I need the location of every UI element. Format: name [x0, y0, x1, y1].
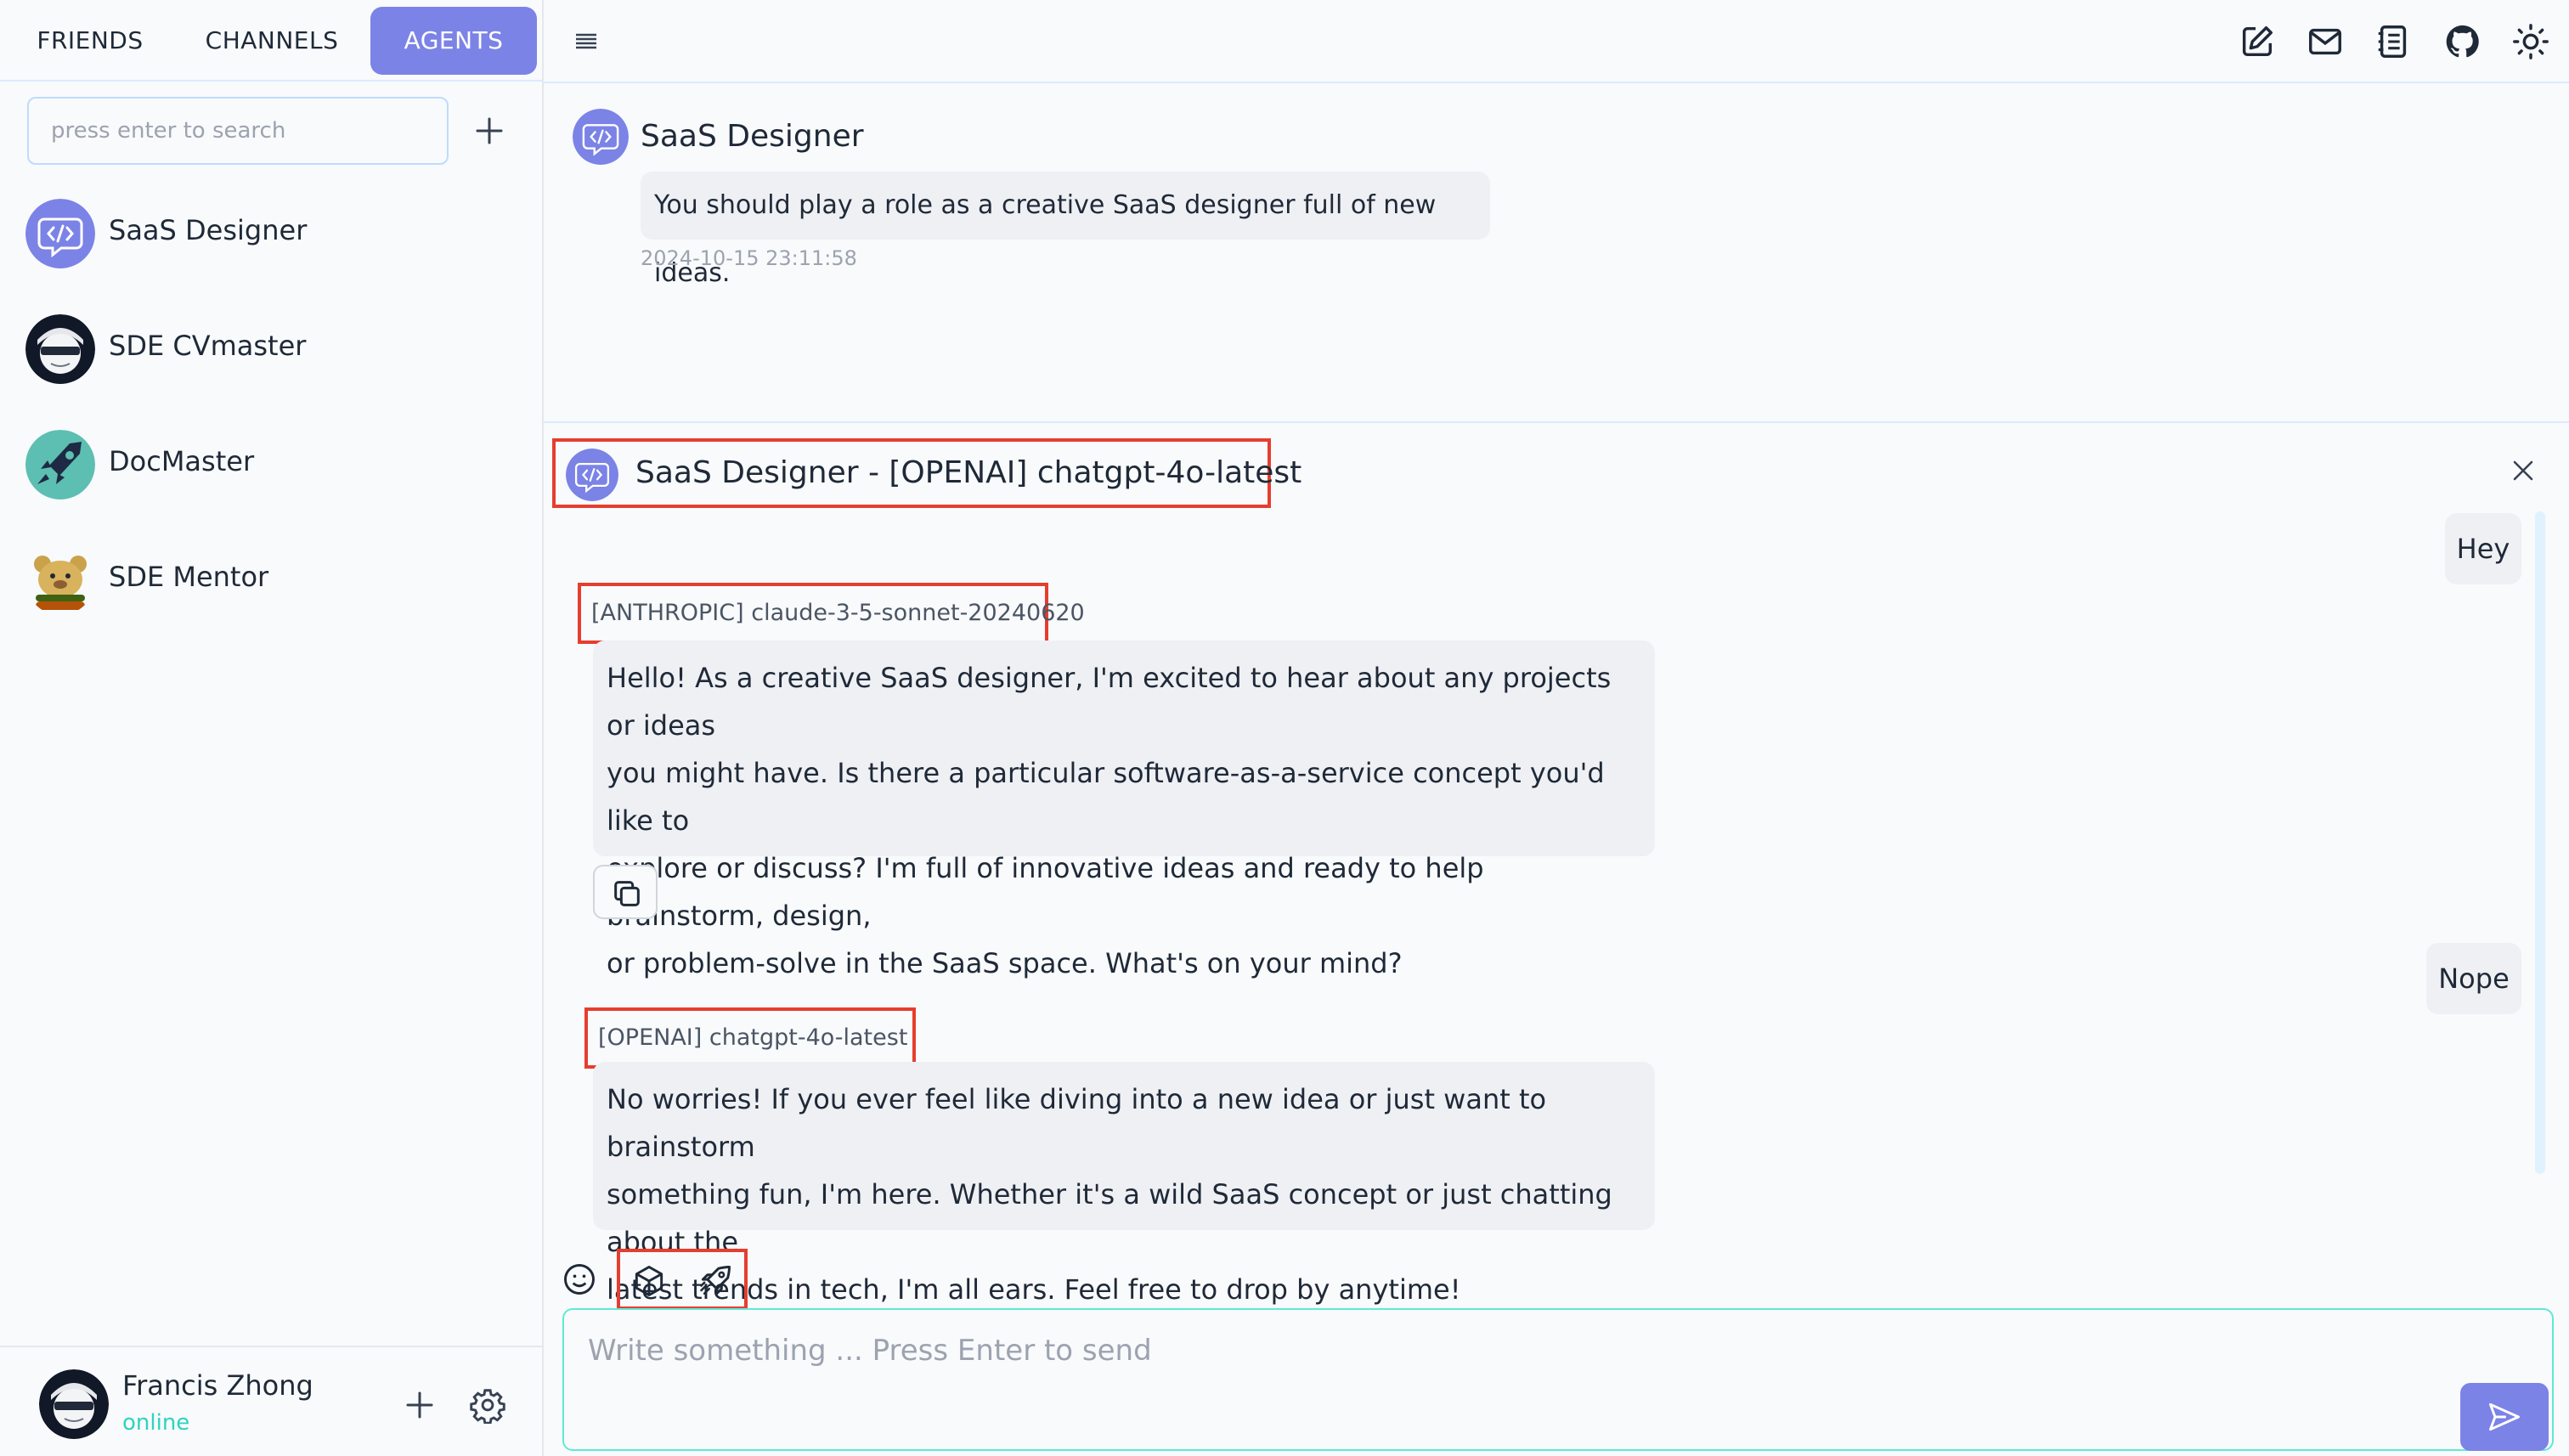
chat-scrollbar[interactable] — [2535, 511, 2545, 1174]
add-button[interactable] — [401, 1386, 438, 1424]
message-line: you might have. Is there a particular so… — [607, 757, 1605, 837]
composer-tools — [617, 1249, 748, 1310]
edit-icon — [2242, 25, 2273, 57]
docmaster-avatar — [25, 430, 95, 499]
model-label-text: [OPENAI] chatgpt-4o-latest — [598, 1024, 908, 1051]
agent-name: SDE CVmaster — [109, 330, 307, 362]
saas-designer-avatar — [25, 199, 95, 268]
agent-item-sde-cvmaster[interactable]: SDE CVmaster — [0, 296, 544, 398]
close-icon — [2513, 460, 2533, 481]
profile-status: online — [122, 1410, 190, 1436]
agent-item-sde-mentor[interactable]: SDE Mentor — [0, 527, 544, 629]
notebook-button[interactable] — [2374, 22, 2413, 61]
system-prompt-bubble: You should play a role as a creative Saa… — [641, 172, 1490, 288]
message-line: No worries! If you ever feel like diving… — [607, 1083, 1547, 1163]
tab-friends[interactable]: FRIENDS — [14, 7, 167, 75]
tab-agents[interactable]: AGENTS — [370, 7, 537, 75]
menu-icon — [576, 33, 596, 49]
send-icon — [2489, 1402, 2520, 1431]
agent-item-saas-designer[interactable]: SaaS Designer — [0, 180, 544, 282]
tab-channels[interactable]: CHANNELS — [187, 7, 357, 75]
agent-name: SDE Mentor — [109, 561, 269, 593]
system-agent-title: SaaS Designer — [641, 119, 864, 154]
system-prompt-panel: SaaS Designer You should play a role as … — [544, 83, 2569, 423]
menu-toggle-button[interactable] — [569, 24, 603, 58]
user-message: Nope — [2426, 943, 2521, 1014]
assistant-message: No worries! If you ever feel like diving… — [593, 1062, 1655, 1306]
settings-button[interactable] — [469, 1386, 506, 1425]
mail-button[interactable] — [2306, 22, 2345, 61]
message-line: explore or discuss? I'm full of innovati… — [607, 852, 1484, 932]
cube-icon — [635, 1266, 663, 1296]
message-input[interactable] — [576, 1320, 2530, 1439]
copy-button[interactable] — [593, 865, 658, 919]
plus-icon — [406, 1391, 433, 1419]
model-label-text: [ANTHROPIC] claude-3-5-sonnet-20240620 — [591, 600, 1085, 626]
user-profile: Francis Zhong online — [0, 1346, 544, 1456]
system-prompt-timestamp: 2024-10-15 23:11:58 — [641, 246, 857, 270]
agent-name: SaaS Designer — [109, 214, 308, 246]
sun-icon — [2513, 24, 2549, 59]
message-composer — [562, 1308, 2554, 1451]
plus-icon — [476, 117, 503, 144]
top-bar — [544, 0, 2569, 83]
send-button[interactable] — [2460, 1383, 2549, 1451]
chat-title: SaaS Designer - [OPENAI] chatgpt-4o-late… — [635, 455, 1302, 490]
assistant-message: Hello! As a creative SaaS designer, I'm … — [593, 641, 1655, 979]
smiley-icon — [564, 1264, 595, 1295]
rocket-icon — [700, 1266, 731, 1295]
mail-icon — [2309, 28, 2341, 55]
message-line: something fun, I'm here. Whether it's a … — [607, 1178, 1612, 1258]
model-select-button[interactable] — [630, 1262, 668, 1300]
sde-mentor-avatar — [25, 545, 95, 615]
edit-button[interactable] — [2238, 22, 2277, 61]
avatar[interactable] — [39, 1369, 109, 1439]
user-message: Hey — [2445, 513, 2521, 584]
add-agent-button[interactable] — [469, 110, 510, 151]
gear-icon — [470, 1389, 505, 1425]
agent-name: DocMaster — [109, 445, 255, 477]
message-line: Hello! As a creative SaaS designer, I'm … — [607, 662, 1612, 742]
github-icon — [2446, 25, 2479, 58]
theme-toggle-button[interactable] — [2511, 22, 2550, 61]
sidebar-tabs: FRIENDS CHANNELS AGENTS — [0, 0, 544, 82]
search-input[interactable] — [27, 97, 449, 165]
emoji-button[interactable] — [561, 1261, 598, 1298]
message-line: latest trends in tech, I'm all ears. Fee… — [607, 1273, 1461, 1306]
copy-icon — [614, 881, 640, 906]
sde-cvmaster-avatar — [25, 314, 95, 384]
profile-name: Francis Zhong — [122, 1369, 313, 1402]
chat-header: SaaS Designer - [OPENAI] chatgpt-4o-late… — [552, 438, 1301, 508]
saas-designer-avatar — [573, 109, 629, 165]
close-button[interactable] — [2506, 454, 2540, 488]
model-label: [ANTHROPIC] claude-3-5-sonnet-20240620 — [578, 583, 1085, 644]
saas-designer-avatar — [566, 449, 618, 501]
model-label: [OPENAI] chatgpt-4o-latest — [584, 1007, 916, 1069]
chat-panel: SaaS Designer - [OPENAI] chatgpt-4o-late… — [544, 423, 2569, 1456]
launch-button[interactable] — [697, 1262, 734, 1300]
notebook-icon — [2378, 25, 2407, 58]
github-button[interactable] — [2443, 22, 2482, 61]
message-line: or problem-solve in the SaaS space. What… — [607, 947, 1403, 979]
agent-item-docmaster[interactable]: DocMaster — [0, 411, 544, 513]
sidebar: FRIENDS CHANNELS AGENTS SaaS Designer — [0, 0, 544, 1456]
